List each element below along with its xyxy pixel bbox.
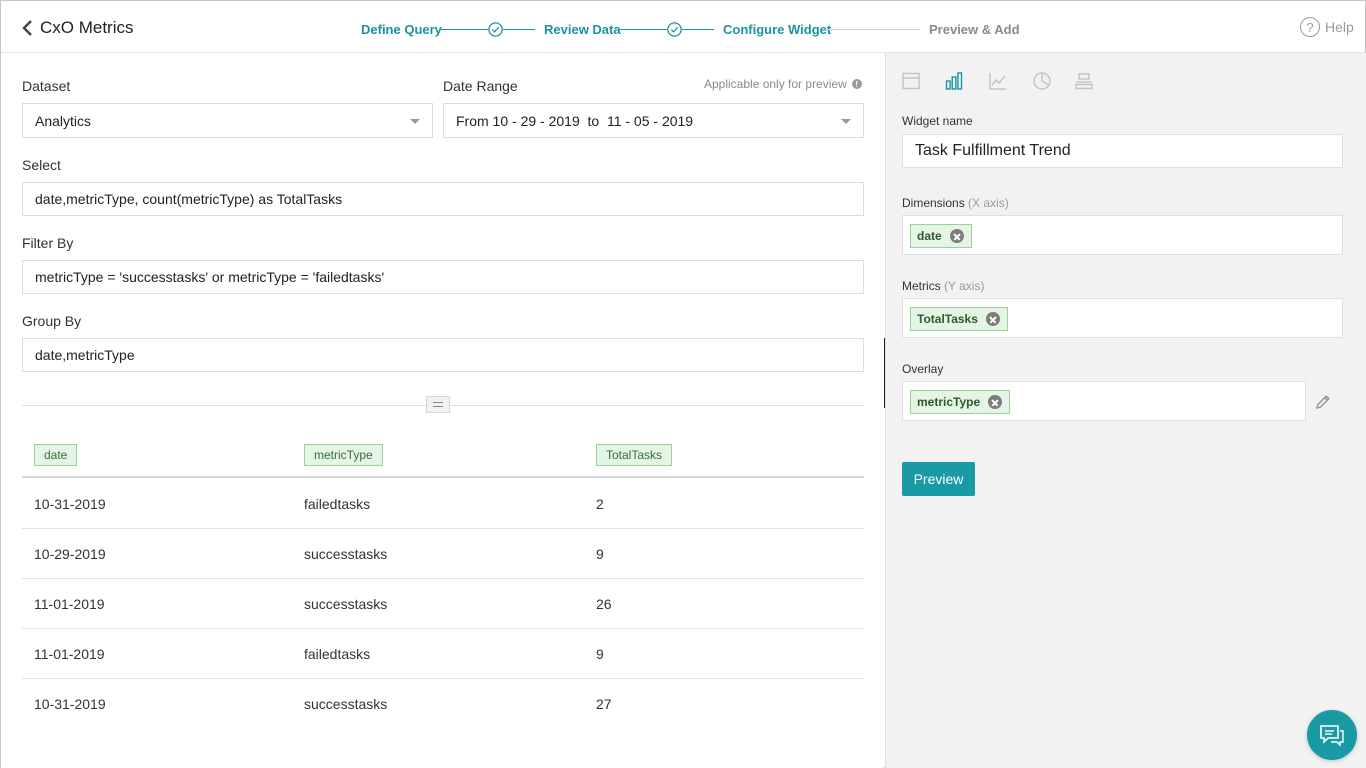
line-chart-icon[interactable] — [988, 71, 1008, 91]
metrics-hint: (Y axis) — [944, 279, 985, 293]
date-range-note-text: Applicable only for preview — [704, 77, 847, 91]
group-by-label: Group By — [22, 313, 82, 329]
metric-tag-label: TotalTasks — [917, 312, 978, 326]
dimensions-dropzone[interactable]: date — [902, 215, 1343, 255]
widget-config-panel: Widget name Task Fulfillment Trend Dimen… — [885, 53, 1366, 768]
cell-total-tasks: 9 — [596, 546, 604, 562]
widget-name-input[interactable]: Task Fulfillment Trend — [902, 134, 1343, 168]
step-connector — [503, 29, 535, 30]
filter-label: Filter By — [22, 235, 74, 251]
resize-handle[interactable] — [426, 396, 450, 413]
cell-metric-type: failedtasks — [304, 496, 371, 512]
step-connector — [620, 29, 667, 30]
metrics-dropzone[interactable]: TotalTasks — [902, 298, 1343, 338]
select-input[interactable]: date,metricType, count(metricType) as To… — [22, 182, 864, 216]
column-header-date[interactable]: date — [34, 444, 78, 466]
cell-date: 10-31-2019 — [34, 496, 106, 512]
step-connector — [825, 29, 920, 30]
cell-total-tasks: 9 — [596, 646, 604, 662]
table-icon[interactable] — [901, 71, 921, 91]
step-connector — [682, 29, 714, 30]
pencil-icon[interactable] — [1314, 393, 1332, 411]
metrics-label-text: Metrics — [902, 279, 941, 293]
check-circle-icon — [488, 22, 503, 37]
help-link[interactable]: ? Help — [1300, 17, 1354, 37]
chevron-down-icon — [841, 119, 851, 124]
select-label: Select — [22, 157, 61, 173]
cell-metric-type: successtasks — [304, 546, 388, 562]
query-panel: Dataset Analytics Date Range Applicable … — [1, 53, 884, 768]
help-label: Help — [1325, 19, 1354, 35]
date-range-select[interactable]: From 10 - 29 - 2019 to 11 - 05 - 2019 — [443, 103, 864, 138]
overlay-tag[interactable]: metricType — [910, 390, 1011, 414]
widget-name-label: Widget name — [902, 114, 973, 128]
step-preview-add[interactable]: Preview & Add — [929, 22, 1020, 37]
dimensions-hint: (X axis) — [968, 196, 1009, 210]
dimensions-label-text: Dimensions — [902, 196, 965, 210]
table-row: 10-31-2019 failedtasks 2 — [22, 479, 864, 529]
date-range-label: Date Range — [443, 78, 518, 94]
cell-total-tasks: 27 — [596, 696, 612, 712]
cell-date: 10-31-2019 — [34, 696, 106, 712]
dimension-tag-label: date — [917, 229, 942, 243]
table-row: 11-01-2019 successtasks 26 — [22, 579, 864, 629]
dataset-label: Dataset — [22, 78, 71, 94]
check-circle-icon — [667, 22, 682, 37]
date-range-note: Applicable only for preview ! — [704, 77, 862, 91]
bar-chart-icon[interactable] — [944, 71, 964, 91]
column-header-total-tasks[interactable]: TotalTasks — [596, 444, 673, 466]
cell-date: 11-01-2019 — [34, 596, 105, 612]
table-row: 10-31-2019 successtasks 27 — [22, 679, 864, 729]
top-bar: CxO Metrics Define Query Review Data Con… — [1, 1, 1365, 53]
step-connector — [441, 29, 488, 30]
dimensions-label: Dimensions (X axis) — [902, 196, 1009, 210]
remove-circle-icon[interactable] — [949, 229, 964, 243]
step-define-query[interactable]: Define Query — [361, 22, 442, 37]
help-icon: ? — [1300, 17, 1320, 37]
overlay-label: Overlay — [902, 362, 944, 376]
table-row: 11-01-2019 failedtasks 9 — [22, 629, 864, 679]
preview-button[interactable]: Preview — [902, 462, 975, 496]
app-title: CxO Metrics — [40, 18, 134, 37]
step-review-data[interactable]: Review Data — [544, 22, 621, 37]
cell-metric-type: successtasks — [304, 596, 388, 612]
group-by-input[interactable]: date,metricType — [22, 338, 864, 372]
metrics-label: Metrics (Y axis) — [902, 279, 984, 293]
filter-input[interactable]: metricType = 'successtasks' or metricTyp… — [22, 260, 864, 294]
remove-circle-icon[interactable] — [985, 312, 1000, 326]
overlay-dropzone[interactable]: metricType — [902, 381, 1306, 421]
table-header: date metricType TotalTasks — [22, 438, 864, 478]
cell-date: 10-29-2019 — [34, 546, 106, 562]
stacked-icon[interactable] — [1074, 71, 1094, 91]
data-table: 10-31-2019 failedtasks 2 10-29-2019 succ… — [22, 479, 864, 729]
chevron-down-icon — [410, 119, 420, 124]
dataset-select[interactable]: Analytics — [22, 103, 433, 138]
column-header-metric-type[interactable]: metricType — [304, 444, 383, 466]
table-row: 10-29-2019 successtasks 9 — [22, 529, 864, 579]
date-range-value: From 10 - 29 - 2019 to 11 - 05 - 2019 — [456, 112, 694, 129]
dataset-value: Analytics — [35, 112, 92, 129]
step-configure-widget[interactable]: Configure Widget — [723, 22, 831, 37]
dimension-tag[interactable]: date — [910, 224, 972, 248]
cell-metric-type: successtasks — [304, 696, 388, 712]
cell-total-tasks: 26 — [596, 596, 612, 612]
metric-tag[interactable]: TotalTasks — [910, 307, 1008, 331]
cell-date: 11-01-2019 — [34, 646, 105, 662]
remove-circle-icon[interactable] — [988, 395, 1003, 409]
chat-icon — [1320, 725, 1344, 747]
pie-chart-icon[interactable] — [1032, 71, 1052, 91]
back-arrow-icon[interactable] — [21, 19, 35, 37]
cell-metric-type: failedtasks — [304, 646, 371, 662]
info-icon[interactable]: ! — [851, 79, 862, 89]
overlay-tag-label: metricType — [917, 395, 981, 409]
chat-button[interactable] — [1307, 710, 1357, 760]
cell-total-tasks: 2 — [596, 496, 604, 512]
